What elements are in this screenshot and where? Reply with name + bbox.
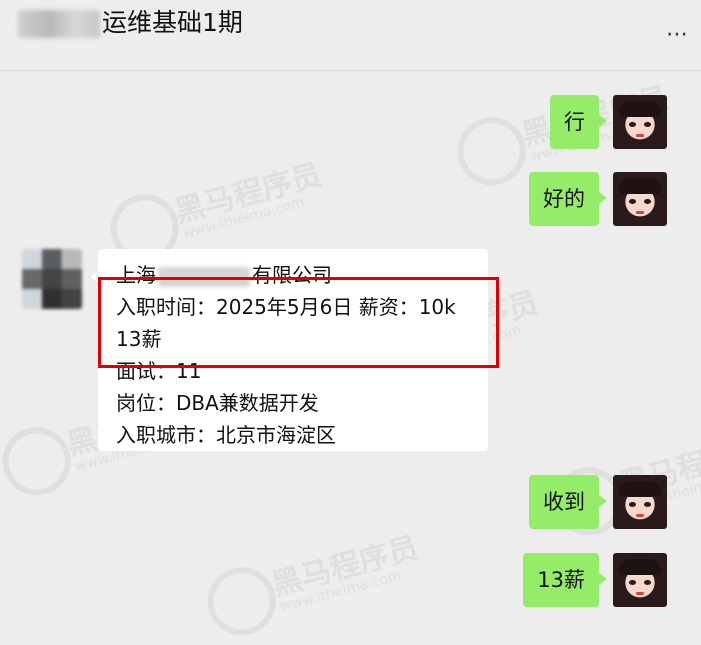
message-self: 13薪 <box>523 553 667 607</box>
sender-avatar[interactable] <box>22 249 82 309</box>
self-avatar[interactable] <box>613 553 667 607</box>
city-line: 入职城市：北京市海淀区 <box>116 423 336 447</box>
interview-line: 面试：11 <box>116 359 202 383</box>
blurred-company-name <box>158 266 250 287</box>
watermark-logo-icon <box>200 559 284 643</box>
watermark-url: www.itheima.com <box>181 194 307 243</box>
watermark-logo-icon <box>450 109 534 193</box>
more-options-icon[interactable]: ⋯ <box>666 22 689 47</box>
self-avatar[interactable] <box>613 172 667 226</box>
company-line: 上海 有限公司 <box>116 263 332 287</box>
message-bubble[interactable]: 收到 <box>529 475 607 529</box>
offer-text: 上海 有限公司 入职时间：2025年5月6日 薪资：10k 13薪 面试：11 岗… <box>116 259 456 451</box>
offer-message-bubble[interactable]: 上海 有限公司 入职时间：2025年5月6日 薪资：10k 13薪 面试：11 岗… <box>90 249 488 451</box>
message-bubble[interactable]: 好的 <box>529 172 607 226</box>
chat-header: 运维基础1期 ⋯ <box>0 0 701 71</box>
message-self: 行 <box>550 95 667 149</box>
watermark: 黑马程序员 www.itheima.com <box>200 515 450 645</box>
watermark-brand: 黑马程序员 <box>268 530 423 604</box>
message-bubble[interactable]: 13薪 <box>523 553 607 607</box>
message-self: 好的 <box>529 172 667 226</box>
position-line: 岗位：DBA兼数据开发 <box>116 391 319 415</box>
message-self: 收到 <box>529 475 667 529</box>
blurred-group-prefix <box>18 10 100 38</box>
salary-months-line: 13薪 <box>116 327 162 351</box>
chat-title: 运维基础1期 <box>102 8 243 37</box>
watermark-logo-icon <box>0 419 79 503</box>
self-avatar[interactable] <box>613 95 667 149</box>
self-avatar[interactable] <box>613 475 667 529</box>
watermark-url: www.itheima.com <box>278 567 404 616</box>
join-date-salary-line: 入职时间：2025年5月6日 薪资：10k <box>116 295 456 319</box>
watermark-brand: 黑马程序员 <box>171 157 326 231</box>
message-bubble[interactable]: 行 <box>550 95 607 149</box>
